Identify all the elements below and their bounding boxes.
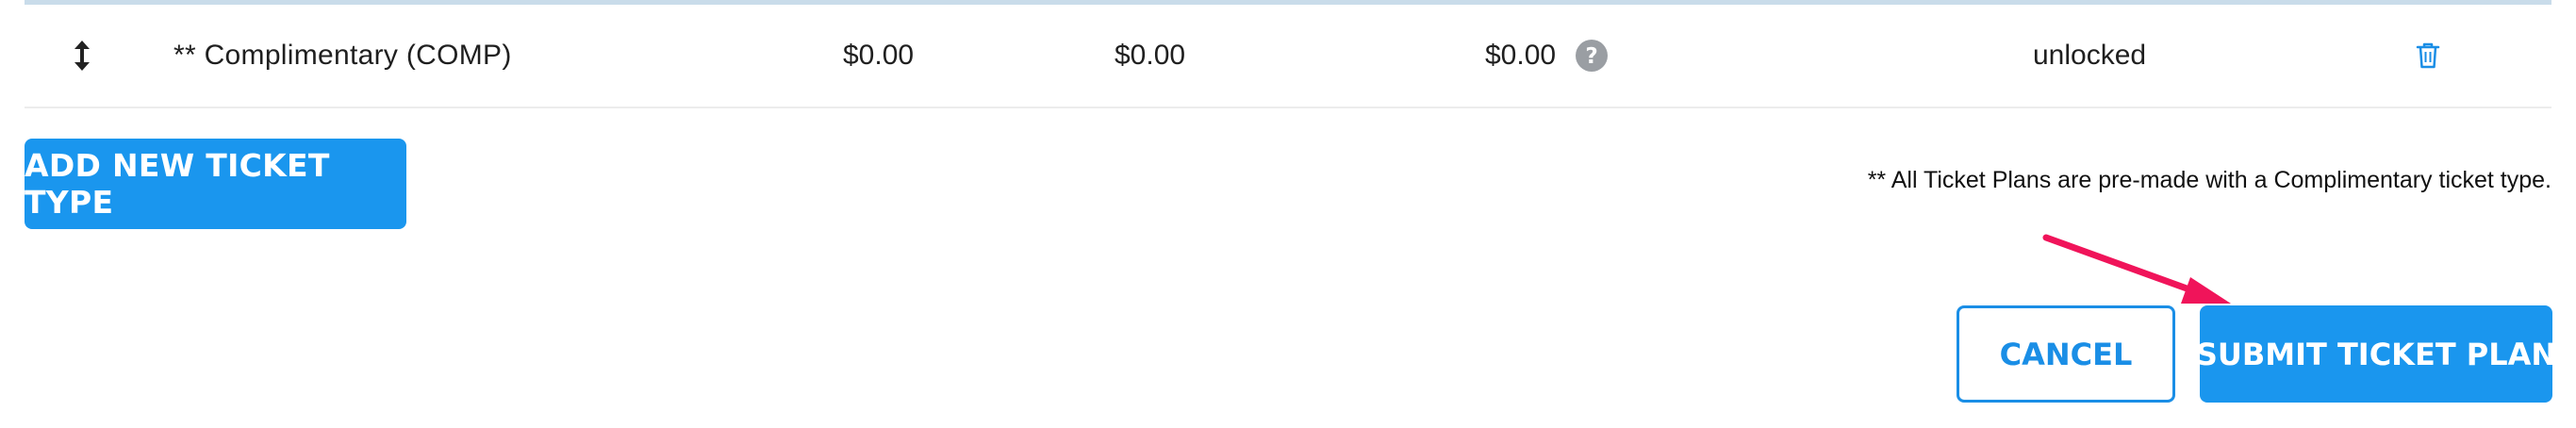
cancel-button[interactable]: CANCEL — [1957, 305, 2175, 403]
table-row: ** Complimentary (COMP) $0.00 $0.00 $0.0… — [25, 5, 2551, 108]
add-ticket-type-button[interactable]: ADD NEW TICKET TYPE — [25, 139, 406, 229]
svg-text:?: ? — [1585, 44, 1597, 69]
ticket-status: unlocked — [2033, 40, 2147, 71]
ticket-name: ** Complimentary (COMP) — [173, 40, 512, 71]
trash-icon[interactable] — [2416, 5, 2440, 107]
ticket-fee: $0.00 — [1115, 40, 1186, 71]
submit-ticket-plan-button[interactable]: SUBMIT TICKET PLAN — [2196, 305, 2556, 403]
footnote-text: ** All Ticket Plans are pre-made with a … — [1867, 167, 2551, 193]
ticket-price: $0.00 — [843, 40, 915, 71]
help-icon[interactable]: ? — [1574, 5, 1610, 107]
ticket-total: $0.00 — [1485, 40, 1557, 71]
drag-handle-icon[interactable] — [60, 5, 104, 107]
